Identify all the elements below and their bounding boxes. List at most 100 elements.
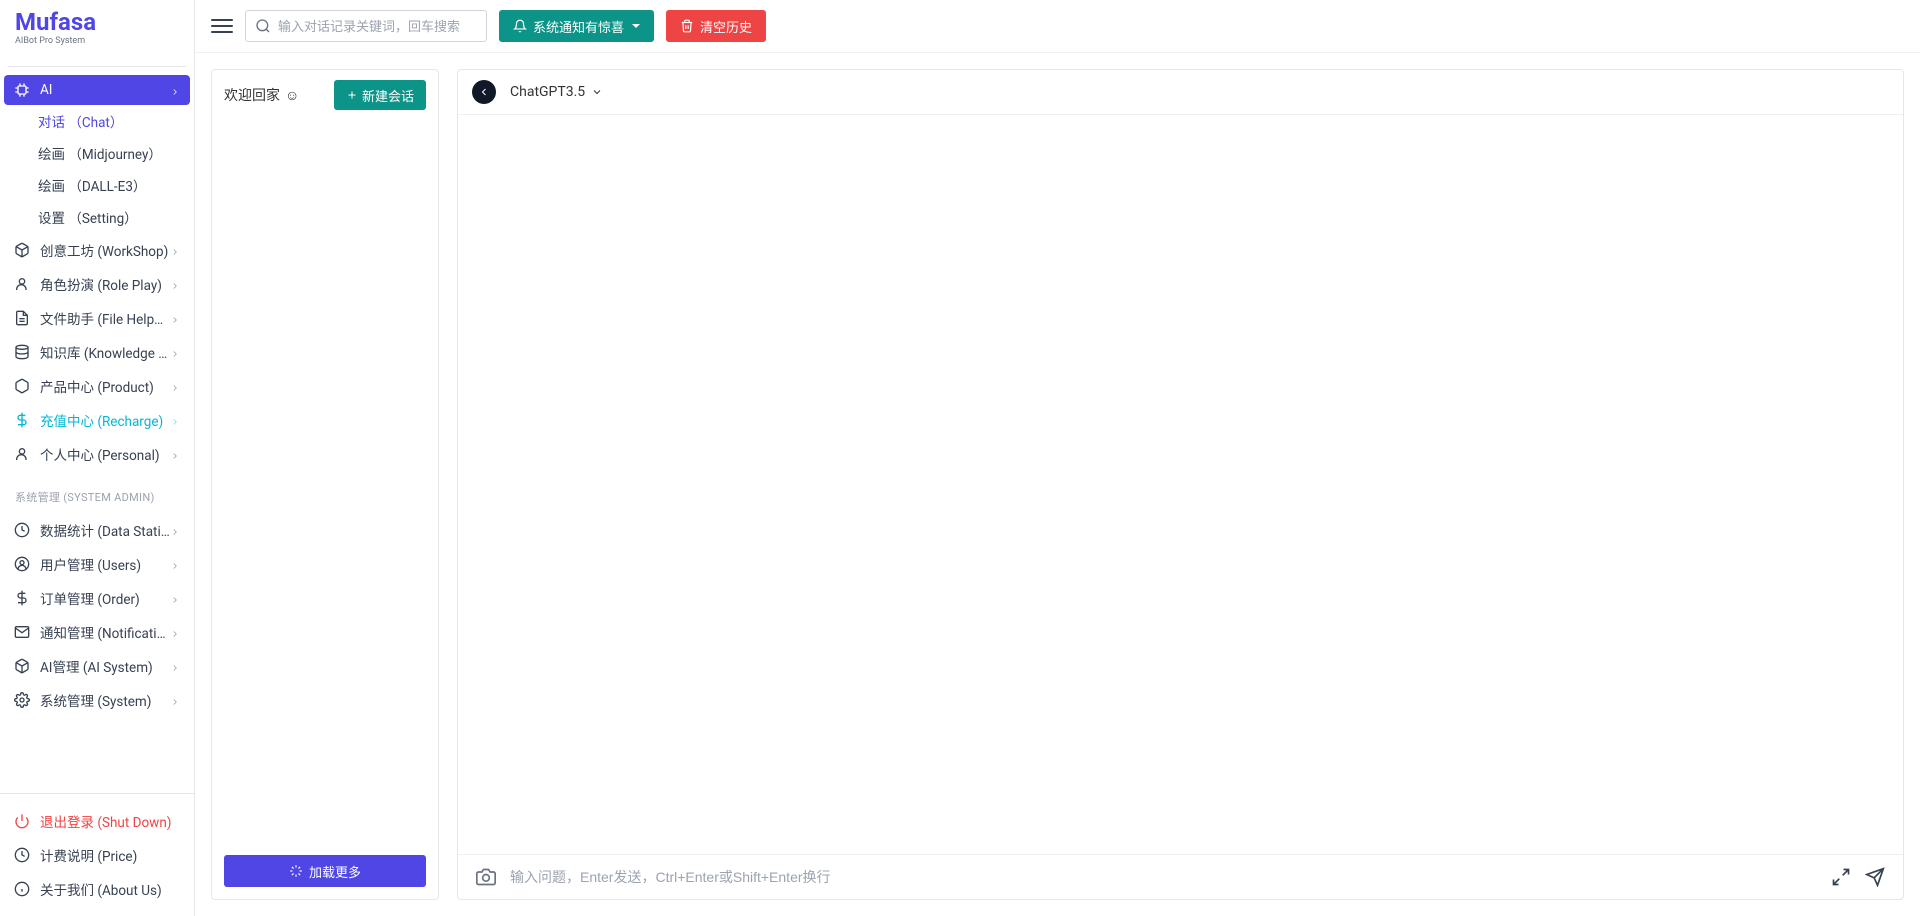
chevron-right-icon <box>170 245 180 255</box>
button-label: 系统通知有惊喜 <box>533 17 624 36</box>
sidebar-item-label: 订单管理 (Order) <box>40 588 170 608</box>
sidebar-item-label: 充值中心 (Recharge) <box>40 410 170 430</box>
sidebar-item-aisystem[interactable]: AI管理 (AI System) <box>0 649 194 683</box>
send-icon <box>1865 867 1885 887</box>
camera-icon <box>476 867 496 887</box>
smile-icon: ☺ <box>285 87 299 104</box>
chevron-right-icon <box>170 559 180 569</box>
sidebar-sub-chat[interactable]: 对话 （Chat） <box>38 105 194 137</box>
user-circle-icon <box>14 446 30 462</box>
chevron-right-icon <box>170 449 180 459</box>
sidebar-item-label: 用户管理 (Users) <box>40 554 170 574</box>
sidebar: Mufasa AIBot Pro System AI 对话 （Chat） <box>0 0 195 916</box>
chevron-right-icon <box>170 525 180 535</box>
chat-messages <box>458 115 1903 854</box>
sidebar-item-label: 绘画 （Midjourney） <box>38 143 180 163</box>
chevron-right-icon <box>170 381 180 391</box>
sidebar-item-logout[interactable]: 退出登录 (Shut Down) <box>0 804 194 838</box>
conversation-list <box>212 120 438 843</box>
sidebar-item-workshop[interactable]: 创意工坊 (WorkShop) <box>0 233 194 267</box>
chevron-right-icon <box>170 279 180 289</box>
sidebar-item-filehelper[interactable]: 文件助手 (File Helper) <box>0 301 194 335</box>
sidebar-item-label: 对话 （Chat） <box>38 111 180 131</box>
button-label: 加载更多 <box>309 862 361 881</box>
button-label: 清空历史 <box>700 17 752 36</box>
package-icon <box>14 378 30 394</box>
dollar-icon <box>14 590 30 606</box>
model-selector[interactable]: ChatGPT3.5 <box>510 84 603 100</box>
sidebar-item-label: 创意工坊 (WorkShop) <box>40 240 170 260</box>
load-more-button[interactable]: 加载更多 <box>224 855 426 887</box>
sidebar-item-system[interactable]: 系统管理 (System) <box>0 683 194 717</box>
sidebar-sub-dalle3[interactable]: 绘画 （DALL-E3） <box>38 169 194 201</box>
dollar-icon <box>14 412 30 428</box>
chevron-right-icon <box>170 85 180 95</box>
info-icon <box>14 847 30 863</box>
sidebar-item-label: 文件助手 (File Helper) <box>40 308 170 328</box>
menu-toggle-button[interactable] <box>211 15 233 37</box>
chevron-right-icon <box>170 313 180 323</box>
sidebar-item-label: 设置 （Setting） <box>38 207 180 227</box>
new-conversation-button[interactable]: 新建会话 <box>334 80 426 110</box>
file-icon <box>14 310 30 326</box>
model-name: ChatGPT3.5 <box>510 84 585 100</box>
clear-history-button[interactable]: 清空历史 <box>666 10 766 42</box>
sidebar-item-label: 角色扮演 (Role Play) <box>40 274 170 294</box>
power-icon <box>14 813 30 829</box>
search-icon <box>255 18 271 34</box>
info-circle-icon <box>14 881 30 897</box>
chat-panel: ChatGPT3.5 <box>457 69 1904 900</box>
sidebar-item-product[interactable]: 产品中心 (Product) <box>0 369 194 403</box>
sidebar-item-label: 通知管理 (Notification) <box>40 622 170 642</box>
sidebar-item-personal[interactable]: 个人中心 (Personal) <box>0 437 194 471</box>
search-input[interactable] <box>245 10 487 42</box>
conversations-panel: 欢迎回家 ☺ 新建会话 加载更多 <box>211 69 439 900</box>
sidebar-sub-setting[interactable]: 设置 （Setting） <box>38 201 194 233</box>
system-notify-button[interactable]: 系统通知有惊喜 <box>499 10 654 42</box>
sidebar-item-order[interactable]: 订单管理 (Order) <box>0 581 194 615</box>
chevron-down-icon <box>591 86 603 98</box>
caret-down-icon <box>632 24 640 28</box>
plus-icon <box>346 89 358 101</box>
logo-title: Mufasa <box>15 10 179 34</box>
sidebar-item-knowledge[interactable]: 知识库 (Knowledge Base) <box>0 335 194 369</box>
sidebar-item-about[interactable]: 关于我们 (About Us) <box>0 872 194 906</box>
collapse-sidebar-button[interactable] <box>472 80 496 104</box>
sidebar-sub-midjourney[interactable]: 绘画 （Midjourney） <box>38 137 194 169</box>
sidebar-item-label: 产品中心 (Product) <box>40 376 170 396</box>
chevron-right-icon <box>170 415 180 425</box>
sidebar-item-users[interactable]: 用户管理 (Users) <box>0 547 194 581</box>
bell-icon <box>513 19 527 33</box>
chevron-right-icon <box>170 627 180 637</box>
sidebar-item-label: 绘画 （DALL-E3） <box>38 175 180 195</box>
logo: Mufasa AIBot Pro System <box>0 0 194 51</box>
sidebar-item-label: 知识库 (Knowledge Base) <box>40 342 170 362</box>
box-icon <box>14 242 30 258</box>
expand-button[interactable] <box>1831 867 1851 887</box>
image-upload-button[interactable] <box>476 867 496 887</box>
loading-icon <box>289 864 303 878</box>
expand-icon <box>1831 867 1851 887</box>
sidebar-item-notification[interactable]: 通知管理 (Notification) <box>0 615 194 649</box>
sidebar-item-ai[interactable]: AI <box>4 75 190 105</box>
database-icon <box>14 344 30 360</box>
sidebar-item-label: 退出登录 (Shut Down) <box>40 811 180 831</box>
users-icon <box>14 556 30 572</box>
chevron-left-icon <box>478 86 490 98</box>
sidebar-item-statistics[interactable]: 数据统计 (Data Statistics) <box>0 513 194 547</box>
mail-icon <box>14 624 30 640</box>
main: 系统通知有惊喜 清空历史 欢迎回家 ☺ 新建会话 <box>195 0 1920 916</box>
sidebar-item-price[interactable]: 计费说明 (Price) <box>0 838 194 872</box>
logo-subtitle: AIBot Pro System <box>15 36 179 46</box>
topbar: 系统通知有惊喜 清空历史 <box>195 0 1920 52</box>
sidebar-item-label: 系统管理 (System) <box>40 690 170 710</box>
clock-icon <box>14 522 30 538</box>
user-icon <box>14 276 30 292</box>
sidebar-item-recharge[interactable]: 充值中心 (Recharge) <box>0 403 194 437</box>
send-button[interactable] <box>1865 867 1885 887</box>
sidebar-item-label: 数据统计 (Data Statistics) <box>40 520 170 540</box>
sidebar-section-title: 系统管理 (SYSTEM ADMIN) <box>0 471 194 513</box>
chevron-right-icon <box>170 347 180 357</box>
sidebar-item-roleplay[interactable]: 角色扮演 (Role Play) <box>0 267 194 301</box>
chat-input[interactable] <box>510 869 1817 885</box>
